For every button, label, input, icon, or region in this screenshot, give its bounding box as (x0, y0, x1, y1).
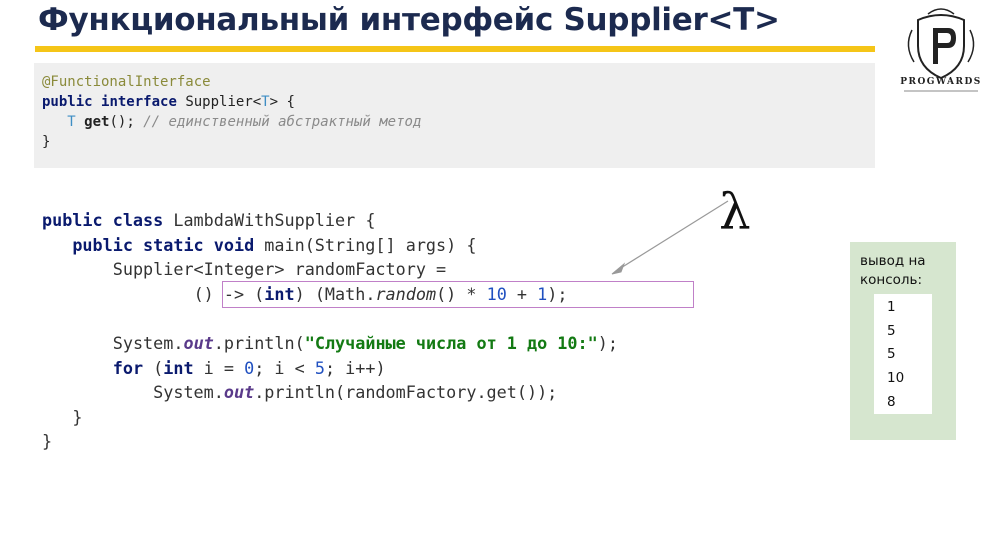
code-line-2: public static void main(String[] args) { (72, 234, 477, 255)
interface-declaration-code: @FunctionalInterface public interface Sup… (42, 72, 421, 152)
lambda-expression-highlight (222, 281, 694, 308)
console-output-area (874, 294, 932, 414)
decl-line-3: T get(); // единственный абстрактный мет… (67, 114, 422, 130)
title-underline (35, 46, 875, 52)
lambda-pointer-arrow (611, 200, 729, 275)
decl-line-1: @FunctionalInterface (42, 74, 211, 90)
code-line-9: } (42, 431, 53, 452)
console-value: 8 (887, 394, 896, 410)
code-line-8: } (72, 406, 83, 427)
logo-underline (904, 90, 978, 92)
logo-text: PROGWARDS (900, 77, 982, 87)
code-line-1: public class LambdaWithSupplier { (42, 210, 376, 230)
code-line-6: for (int i = 0; i < 5; i++) (112, 357, 386, 378)
code-line-3: Supplier<Integer> randomFactory = (112, 259, 447, 280)
decl-line-2: public interface Supplier<T> { (42, 94, 295, 110)
page-title: Функциональный интерфейс Supplier<T> (38, 2, 780, 38)
main-code-listing: public class LambdaWithSupplier { public… (42, 208, 618, 454)
decl-line-4: } (42, 134, 51, 150)
console-value: 5 (887, 346, 896, 362)
code-line-5: System.out.println("Случайные числа от 1… (112, 332, 618, 353)
console-title: вывод на консоль: (860, 253, 926, 288)
console-value: 10 (887, 370, 905, 386)
console-value: 1 (887, 299, 896, 315)
console-value: 5 (887, 323, 896, 339)
code-line-7: System.out.println(randomFactory.get()); (153, 382, 558, 403)
